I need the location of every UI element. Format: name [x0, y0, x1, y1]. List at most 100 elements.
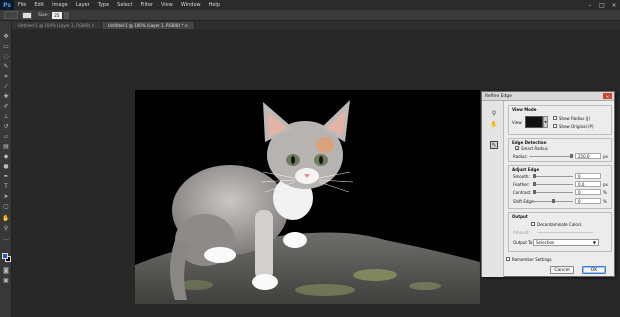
output-to-label: Output To: — [513, 240, 534, 245]
dialog-title-bar[interactable]: Refine Edge × — [482, 92, 614, 101]
refine-radius-tool-icon[interactable]: ✎ — [490, 141, 498, 149]
gradient-tool-icon[interactable]: ▤ — [2, 143, 10, 150]
crop-tool-icon[interactable]: ⌗ — [2, 73, 10, 80]
feather-unit: px — [603, 182, 608, 187]
eyedropper-tool-icon[interactable]: ⁄ — [2, 83, 10, 90]
shift-edge-slider[interactable] — [533, 199, 573, 203]
menu-bar: Ps File Edit Image Layer Type Select Fil… — [0, 0, 620, 10]
menu-help[interactable]: Help — [205, 2, 224, 8]
brush-mode-icon[interactable] — [22, 11, 32, 19]
size-input[interactable]: 25 — [51, 11, 62, 19]
dialog-close-icon[interactable]: × — [603, 93, 612, 99]
eraser-tool-icon[interactable]: ▱ — [2, 133, 10, 140]
menu-edit[interactable]: Edit — [30, 2, 48, 8]
quick-mask-icon[interactable]: ◙ — [2, 267, 10, 274]
foreground-color-swatch[interactable] — [2, 253, 8, 259]
options-bar: Size: 25 — [0, 10, 620, 21]
window-controls: – □ × — [584, 0, 620, 10]
output-heading: Output — [512, 214, 528, 219]
tools-panel: ✥ ▭ ◌ ✎ ⌗ ⁄ ✚ ✐ ⊥ ↺ ▱ ▤ ◆ ● ✒ T ➤ ▢ ✋ ⚲ … — [0, 21, 12, 317]
shape-tool-icon[interactable]: ▢ — [2, 203, 10, 210]
contrast-slider-thumb[interactable] — [533, 190, 536, 194]
dialog-title: Refine Edge — [485, 93, 512, 99]
tab-document-2[interactable]: Untitled-1 @ 100% (Layer 1, RGB/8) * × — [101, 22, 195, 29]
menu-image[interactable]: Image — [48, 2, 72, 8]
remember-settings-checkbox[interactable] — [506, 257, 510, 261]
feather-slider[interactable] — [533, 182, 573, 186]
refine-edge-dialog: Refine Edge × ⚲ ✋ ✎ View Mode View: ▼ Sh… — [481, 91, 615, 277]
smart-radius-checkbox[interactable]: ✓ — [515, 146, 519, 151]
pen-tool-icon[interactable]: ✒ — [2, 173, 10, 180]
radius-slider[interactable] — [529, 154, 573, 158]
kitten-photo — [135, 90, 480, 304]
show-original-checkbox[interactable] — [553, 124, 557, 128]
menu-select[interactable]: Select — [113, 2, 136, 8]
view-mode-dropdown-icon[interactable]: ▼ — [543, 116, 548, 128]
brush-tool-icon[interactable]: ✐ — [2, 103, 10, 110]
ok-button[interactable]: OK — [582, 266, 606, 274]
size-label: Size: — [38, 12, 49, 18]
menu-layer[interactable]: Layer — [72, 2, 94, 8]
show-radius-checkbox[interactable] — [553, 116, 557, 120]
view-mode-thumbnail[interactable] — [525, 116, 543, 128]
stamp-tool-icon[interactable]: ⊥ — [2, 113, 10, 120]
amount-slider — [537, 232, 593, 233]
more-tools-icon[interactable]: … — [2, 235, 10, 242]
output-to-select[interactable]: Selection ▼ — [533, 239, 599, 246]
screen-mode-icon[interactable]: ▣ — [2, 277, 10, 284]
feather-slider-thumb[interactable] — [533, 182, 536, 186]
menu-type[interactable]: Type — [94, 2, 113, 8]
move-tool-icon[interactable]: ✥ — [2, 33, 10, 40]
healing-tool-icon[interactable]: ✚ — [2, 93, 10, 100]
hand-tool-icon[interactable]: ✋ — [2, 215, 10, 222]
cancel-button[interactable]: Cancel — [550, 266, 574, 274]
zoom-tool-icon[interactable]: ⚲ — [490, 109, 498, 117]
smooth-slider[interactable] — [533, 174, 573, 178]
lasso-tool-icon[interactable]: ◌ — [2, 53, 10, 60]
radius-input[interactable]: 250.0 — [575, 153, 601, 159]
radius-slider-thumb[interactable] — [570, 154, 573, 158]
history-brush-tool-icon[interactable]: ↺ — [2, 123, 10, 130]
minimize-icon[interactable]: – — [584, 0, 596, 10]
type-tool-icon[interactable]: T — [2, 183, 10, 190]
decontaminate-checkbox[interactable] — [531, 222, 535, 226]
smooth-input[interactable]: 0 — [575, 173, 601, 179]
contrast-unit: % — [603, 190, 607, 195]
smart-radius-label: Smart Radius — [521, 146, 548, 151]
maximize-icon[interactable]: □ — [596, 0, 608, 10]
menu-view[interactable]: View — [157, 2, 177, 8]
tool-preset-picker[interactable] — [4, 11, 18, 19]
shift-edge-input[interactable]: 0 — [575, 198, 601, 204]
smooth-slider-thumb[interactable] — [533, 174, 536, 178]
zoom-tool-icon[interactable]: ⚲ — [2, 225, 10, 232]
feather-label: Feather: — [513, 182, 530, 187]
feather-input[interactable]: 0.0 — [575, 181, 601, 187]
blur-tool-icon[interactable]: ◆ — [2, 153, 10, 160]
view-mode-heading: View Mode — [512, 107, 537, 112]
amount-label: Amount: — [513, 230, 531, 235]
path-select-tool-icon[interactable]: ➤ — [2, 193, 10, 200]
decontaminate-label: Decontaminate Colors — [537, 222, 582, 227]
quick-select-tool-icon[interactable]: ✎ — [2, 63, 10, 70]
dialog-tools: ⚲ ✋ ✎ — [482, 101, 504, 277]
size-dropdown-icon[interactable] — [63, 11, 69, 19]
hand-tool-icon[interactable]: ✋ — [490, 120, 498, 128]
dodge-tool-icon[interactable]: ● — [2, 163, 10, 170]
marquee-tool-icon[interactable]: ▭ — [2, 43, 10, 50]
shift-edge-unit: % — [603, 199, 607, 204]
output-section: Output Decontaminate Colors Amount: Outp… — [508, 212, 612, 252]
menu-window[interactable]: Window — [177, 2, 205, 8]
adjust-edge-section: Adjust Edge Smooth: 0 Feather: 0.0 px Co… — [508, 165, 612, 209]
view-label: View: — [512, 120, 523, 125]
document-canvas[interactable] — [135, 90, 480, 304]
contrast-slider[interactable] — [533, 190, 573, 194]
show-radius-label: Show Radius (J) — [559, 116, 591, 121]
close-icon[interactable]: × — [608, 0, 620, 10]
menu-filter[interactable]: Filter — [137, 2, 157, 8]
output-to-value: Selection — [536, 240, 555, 245]
menu-file[interactable]: File — [14, 2, 30, 8]
shift-edge-slider-thumb[interactable] — [552, 199, 555, 203]
radius-label: Radius: — [513, 154, 528, 159]
contrast-input[interactable]: 0 — [575, 189, 601, 195]
tab-document-1[interactable]: Untitled-1 @ 100% (Layer 1, RGB/8) × — [12, 22, 102, 29]
